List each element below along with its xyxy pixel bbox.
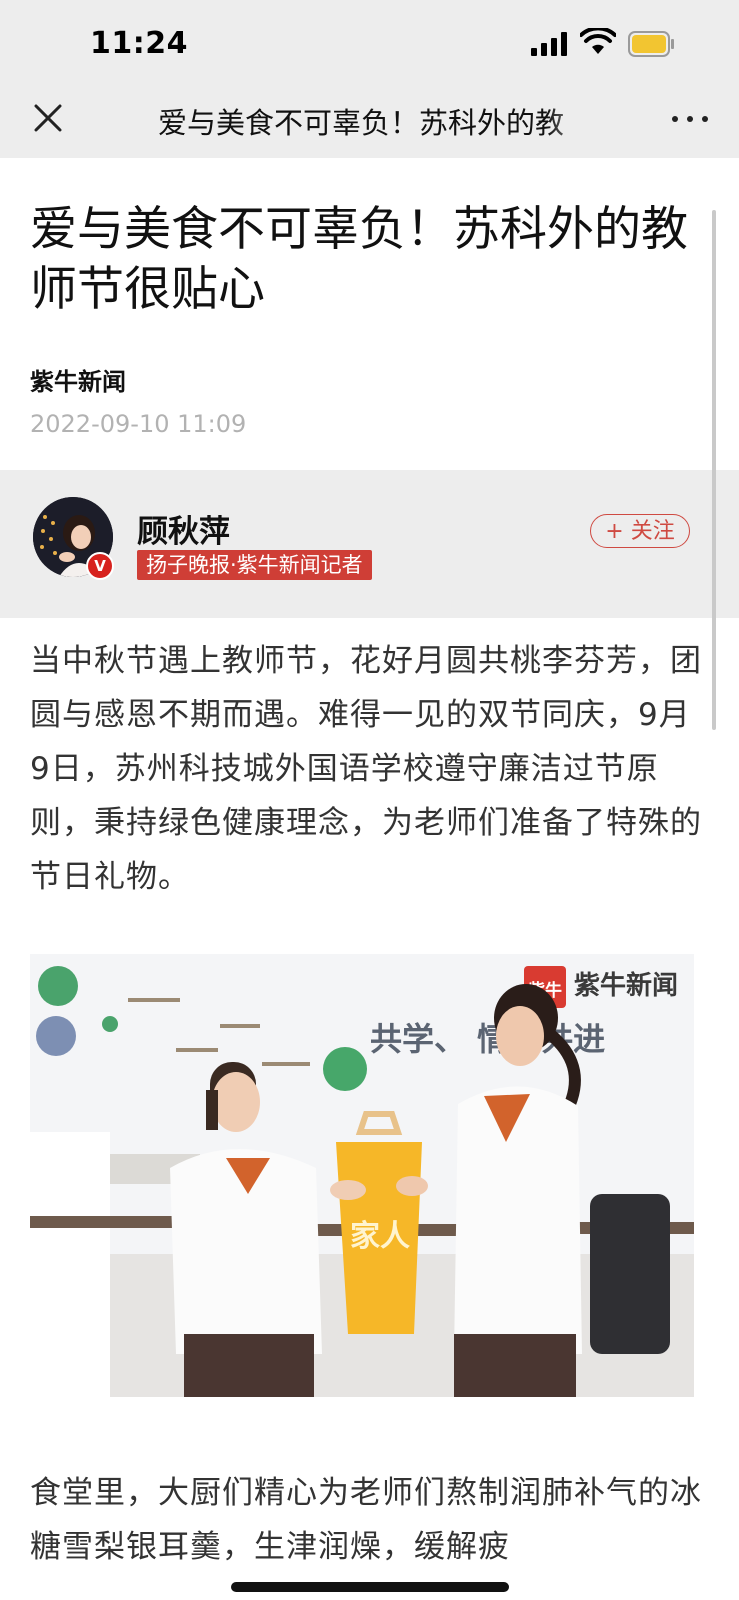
home-indicator[interactable] [231, 1582, 509, 1592]
article-title: 爱与美食不可辜负！苏科外的教师节很贴心 [30, 202, 688, 317]
signal-icon [531, 32, 567, 56]
bag-text: 家人 [350, 1219, 410, 1254]
top-bar: 11:24 爱与美食不可辜负！苏科外的教 [0, 0, 739, 158]
scrollbar[interactable] [712, 210, 716, 730]
status-bar: 11:24 [0, 0, 739, 88]
more-icon[interactable] [670, 103, 710, 133]
wifi-icon [580, 28, 616, 54]
close-icon[interactable] [30, 100, 66, 136]
article-date: 2022-09-10 11:09 [30, 410, 247, 438]
paragraph-2: 食堂里，大厨们精心为老师们熬制润肺补气的冰糖雪梨银耳羹，生津润燥，缓解疲 [30, 1475, 702, 1565]
article-photo[interactable]: 共学、 情、共进 紫牛 紫牛新闻 家人 [30, 954, 694, 1397]
paragraph-1: 当中秋节遇上教师节，花好月圆共桃李芬芳，团圆与感恩不期而遇。难得一见的双节同庆，… [30, 643, 702, 895]
author-name[interactable]: 顾秋萍 [137, 506, 230, 551]
photo-watermark: 紫牛新闻 [574, 970, 678, 1001]
article-source[interactable]: 紫牛新闻 [30, 362, 126, 397]
author-tag: 扬子晚报·紫牛新闻记者 [137, 550, 372, 580]
status-time: 11:24 [90, 26, 188, 61]
follow-button[interactable]: + 关注 [590, 514, 690, 548]
nav-title: 爱与美食不可辜负！苏科外的教 [158, 106, 565, 140]
battery-icon [628, 31, 674, 57]
verified-badge: V [86, 552, 114, 580]
